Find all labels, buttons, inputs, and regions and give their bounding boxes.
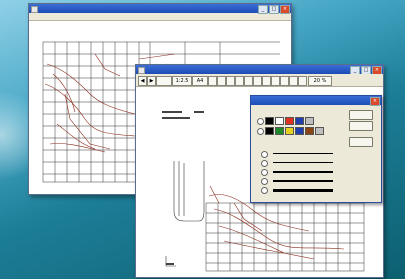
line-sample-2 <box>273 162 333 163</box>
color-swatch-grey[interactable] <box>305 117 314 125</box>
cancel-button[interactable] <box>349 121 373 131</box>
tool-button-5[interactable] <box>244 76 253 86</box>
tool-button-7[interactable] <box>262 76 271 86</box>
close-button[interactable]: × <box>280 5 290 14</box>
color-swatch-blue[interactable] <box>295 117 304 125</box>
tool-button-9[interactable] <box>280 76 289 86</box>
front-window[interactable]: _ □ × ◀ ▶ 1:2.5 A4 20 % × <box>135 64 384 278</box>
app-icon <box>31 6 38 13</box>
maximize-button[interactable]: □ <box>269 5 279 14</box>
color-swatch-red[interactable] <box>285 117 294 125</box>
front-window-toolbar: ◀ ▶ 1:2.5 A4 20 % <box>136 74 383 87</box>
line-radio-4[interactable] <box>261 178 268 185</box>
dialog-close-button[interactable]: × <box>370 97 380 106</box>
paper-size-field[interactable]: A4 <box>192 76 208 86</box>
line-sample-5 <box>273 189 333 192</box>
ok-button[interactable] <box>349 110 373 120</box>
color-swatch-black-2[interactable] <box>265 127 274 135</box>
app-icon <box>138 67 145 74</box>
line-radio-5[interactable] <box>261 187 268 194</box>
color-swatch-grey-2[interactable] <box>315 127 324 135</box>
line-sample-4 <box>273 180 333 182</box>
next-page-button[interactable]: ▶ <box>147 76 156 86</box>
drawing-note-2 <box>162 117 190 119</box>
tool-button-8[interactable] <box>271 76 280 86</box>
color-swatch-brown[interactable] <box>305 127 314 135</box>
line-radio-3[interactable] <box>261 169 268 176</box>
line-radio-1[interactable] <box>261 151 268 158</box>
drawing-note-3 <box>194 111 204 113</box>
tool-button-10[interactable] <box>289 76 298 86</box>
color-swatch-black[interactable] <box>265 117 274 125</box>
scale-field[interactable]: 1:2.5 <box>172 76 192 86</box>
tool-button-4[interactable] <box>235 76 244 86</box>
tool-button-11[interactable] <box>298 76 307 86</box>
color-swatch-white[interactable] <box>275 117 284 125</box>
tool-button-3[interactable] <box>226 76 235 86</box>
color-radio-1[interactable] <box>257 118 264 125</box>
color-swatch-blue-2[interactable] <box>295 127 304 135</box>
tool-button-6[interactable] <box>253 76 262 86</box>
help-button[interactable] <box>349 137 373 147</box>
back-window-menubar <box>29 13 291 21</box>
line-sample-3 <box>273 171 333 173</box>
color-radio-2[interactable] <box>257 128 264 135</box>
prev-page-button[interactable]: ◀ <box>138 76 147 86</box>
line-sample-1 <box>273 153 333 154</box>
minimize-button[interactable]: _ <box>258 5 268 14</box>
page-field[interactable] <box>156 76 172 86</box>
drawing-note-1 <box>162 111 182 113</box>
drawing-note-4 <box>166 263 174 265</box>
line-radio-2[interactable] <box>261 160 268 167</box>
zoom-field[interactable]: 20 % <box>308 76 332 86</box>
front-window-titlebar[interactable]: _ □ × <box>136 65 383 75</box>
line-settings-dialog[interactable]: × <box>250 95 382 203</box>
back-window-titlebar[interactable]: _ □ × <box>29 4 291 14</box>
dialog-titlebar[interactable]: × <box>251 96 381 106</box>
tool-button-2[interactable] <box>217 76 226 86</box>
tool-button-1[interactable] <box>208 76 217 86</box>
color-swatch-green[interactable] <box>275 127 284 135</box>
color-swatch-yellow[interactable] <box>285 127 294 135</box>
